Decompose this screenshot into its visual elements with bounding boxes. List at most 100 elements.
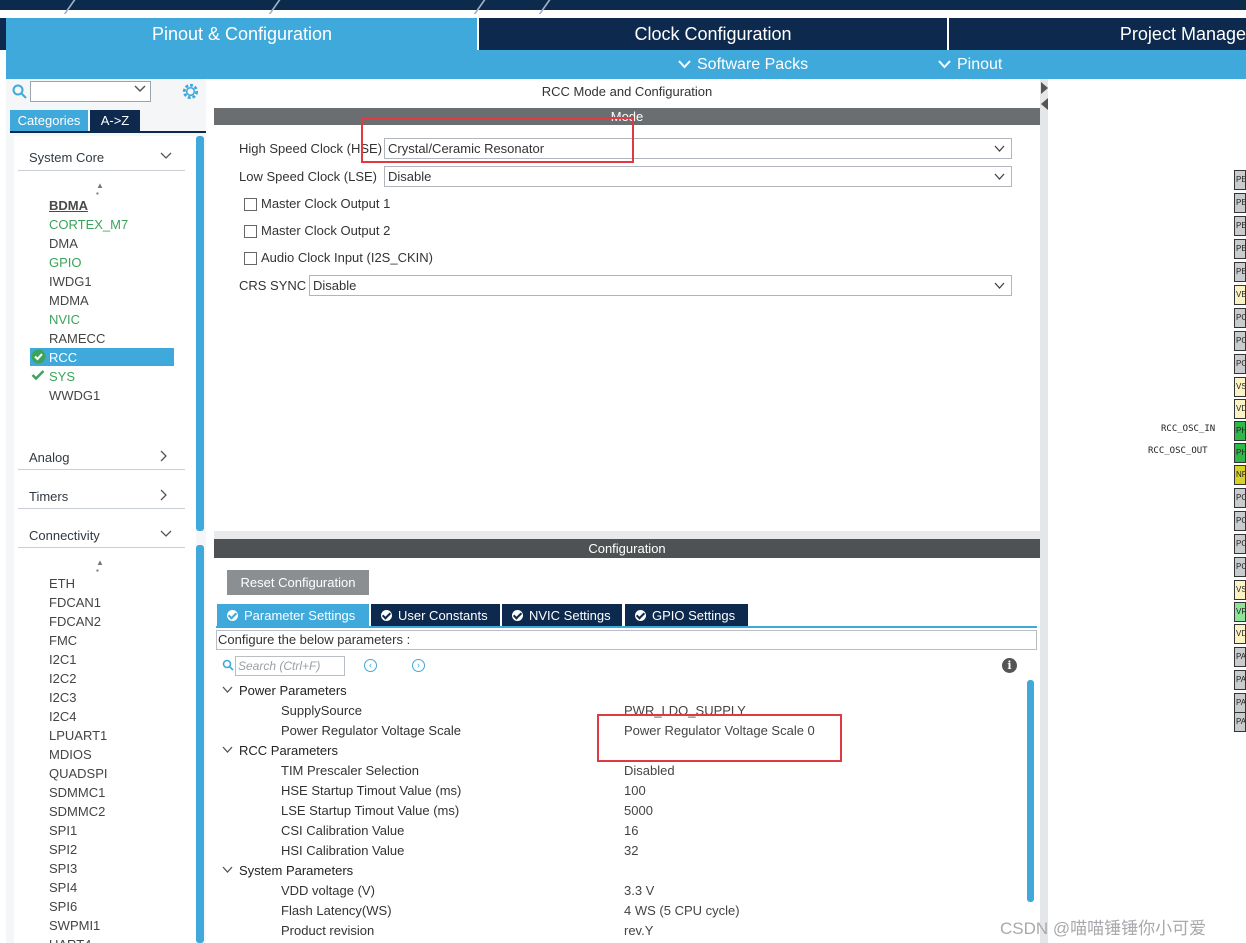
list-item-uart4[interactable]: UART4 xyxy=(49,937,91,943)
list-item-swpmi1[interactable]: SWPMI1 xyxy=(49,918,100,933)
chip-pin[interactable]: PA xyxy=(1234,647,1246,667)
chip-pin[interactable]: PE xyxy=(1234,262,1246,282)
list-item-spi2[interactable]: SPI2 xyxy=(49,842,77,857)
tab-gpio-settings[interactable]: GPIO Settings xyxy=(625,604,748,626)
crs-sync-select[interactable]: Disable xyxy=(309,275,1012,296)
chip-pin[interactable]: VS xyxy=(1234,377,1246,397)
list-item-wwdg1[interactable]: WWDG1 xyxy=(49,388,100,403)
collapse-arrow-icon[interactable] xyxy=(1041,82,1048,110)
chip-pin[interactable]: PC xyxy=(1234,557,1246,577)
reset-configuration-button[interactable]: Reset Configuration xyxy=(227,570,369,595)
chevron-down-icon[interactable] xyxy=(222,746,233,753)
scroll-up-icon[interactable]: ▲ ▪ xyxy=(96,182,104,198)
list-item-spi4[interactable]: SPI4 xyxy=(49,880,77,895)
group-connectivity[interactable]: Connectivity xyxy=(29,528,100,543)
lse-select[interactable]: Disable xyxy=(384,166,1012,187)
group-system-core[interactable]: System Core xyxy=(29,150,104,165)
list-item-sdmmc2[interactable]: SDMMC2 xyxy=(49,804,105,819)
chip-pin[interactable]: VD xyxy=(1234,624,1246,644)
chip-view-splitter[interactable] xyxy=(1040,79,1048,943)
chip-pin[interactable]: PA xyxy=(1234,670,1246,690)
chip-pin[interactable]: NR xyxy=(1234,465,1246,485)
chip-pin[interactable]: VR xyxy=(1234,602,1246,622)
group-rcc-parameters[interactable]: RCC Parameters xyxy=(239,743,338,758)
chip-pin[interactable]: PE xyxy=(1234,239,1246,259)
mco2-checkbox[interactable] xyxy=(244,225,257,238)
chip-pin[interactable]: PH xyxy=(1234,443,1246,463)
chevron-down-icon[interactable] xyxy=(222,686,233,693)
category-scrollbar[interactable] xyxy=(196,545,204,943)
category-scrollbar[interactable] xyxy=(196,136,204,531)
chip-pin[interactable]: PA xyxy=(1234,712,1246,732)
group-timers[interactable]: Timers xyxy=(29,489,68,504)
chip-pin[interactable]: PC xyxy=(1234,331,1246,351)
chevron-down-icon[interactable] xyxy=(222,866,233,873)
list-item-gpio[interactable]: GPIO xyxy=(49,255,82,270)
list-item-sys[interactable]: SYS xyxy=(49,369,75,384)
list-item-bdma[interactable]: BDMA xyxy=(49,198,88,213)
list-item-rcc[interactable]: RCC xyxy=(49,350,77,365)
param-value[interactable]: rev.Y xyxy=(624,923,653,938)
group-system-parameters[interactable]: System Parameters xyxy=(239,863,353,878)
list-item-dma[interactable]: DMA xyxy=(49,236,78,251)
chevron-right-icon[interactable] xyxy=(160,450,168,462)
chip-pin[interactable]: PC xyxy=(1234,308,1246,328)
chip-pin[interactable]: PC xyxy=(1234,488,1246,508)
previous-match-icon[interactable]: ‹ xyxy=(364,659,377,672)
list-item-spi6[interactable]: SPI6 xyxy=(49,899,77,914)
chevron-right-icon[interactable] xyxy=(160,489,168,501)
param-value[interactable]: 3.3 V xyxy=(624,883,654,898)
param-value[interactable]: 4 WS (5 CPU cycle) xyxy=(624,903,740,918)
tab-project-manager[interactable]: Project Manage xyxy=(950,18,1246,50)
list-item-i2c1[interactable]: I2C1 xyxy=(49,652,76,667)
gear-icon[interactable] xyxy=(181,82,200,101)
list-item-fdcan2[interactable]: FDCAN2 xyxy=(49,614,101,629)
chip-pin[interactable]: PA xyxy=(1234,693,1246,713)
list-item-spi3[interactable]: SPI3 xyxy=(49,861,77,876)
list-item-fmc[interactable]: FMC xyxy=(49,633,77,648)
list-item-i2c2[interactable]: I2C2 xyxy=(49,671,76,686)
list-item-nvic[interactable]: NVIC xyxy=(49,312,80,327)
chip-pin[interactable]: PE xyxy=(1234,193,1246,213)
tab-user-constants[interactable]: User Constants xyxy=(371,604,500,626)
param-value[interactable]: 32 xyxy=(624,843,638,858)
list-item-eth[interactable]: ETH xyxy=(49,576,75,591)
chip-pin[interactable]: PE xyxy=(1234,170,1246,190)
tab-clock-configuration[interactable]: Clock Configuration xyxy=(480,18,946,50)
list-item-lpuart1[interactable]: LPUART1 xyxy=(49,728,107,743)
panel-splitter[interactable] xyxy=(214,531,1040,539)
list-item-mdma[interactable]: MDMA xyxy=(49,293,89,308)
info-icon[interactable]: i xyxy=(1002,658,1017,673)
list-item-spi1[interactable]: SPI1 xyxy=(49,823,77,838)
list-item-ramecc[interactable]: RAMECC xyxy=(49,331,105,346)
list-item-i2c3[interactable]: I2C3 xyxy=(49,690,76,705)
chip-pin[interactable]: VD xyxy=(1234,399,1246,419)
chip-pin[interactable]: PH xyxy=(1234,421,1246,441)
chip-pin[interactable]: PC xyxy=(1234,354,1246,374)
param-value[interactable]: 5000 xyxy=(624,803,653,818)
param-value[interactable]: Disabled xyxy=(624,763,675,778)
tab-pinout-configuration[interactable]: Pinout & Configuration xyxy=(6,18,478,50)
parameter-scrollbar[interactable] xyxy=(1027,680,1034,902)
list-item-iwdg1[interactable]: IWDG1 xyxy=(49,274,92,289)
chip-pin[interactable]: VB xyxy=(1234,285,1246,305)
software-packs-menu[interactable]: Software Packs xyxy=(678,50,808,79)
list-item-sdmmc1[interactable]: SDMMC1 xyxy=(49,785,105,800)
param-value[interactable]: 16 xyxy=(624,823,638,838)
search-icon[interactable] xyxy=(222,659,234,671)
chip-pin[interactable]: PC xyxy=(1234,511,1246,531)
list-item-cortex-m7[interactable]: CORTEX_M7 xyxy=(49,217,128,232)
list-item-mdios[interactable]: MDIOS xyxy=(49,747,92,762)
list-item-quadspi[interactable]: QUADSPI xyxy=(49,766,108,781)
categories-button[interactable]: Categories xyxy=(10,110,88,131)
pinout-menu[interactable]: Pinout xyxy=(938,50,1002,79)
tab-parameter-settings[interactable]: Parameter Settings xyxy=(217,604,369,626)
chevron-down-icon[interactable] xyxy=(160,152,172,160)
chip-pin[interactable]: VS xyxy=(1234,580,1246,600)
a-z-button[interactable]: A->Z xyxy=(90,110,140,131)
scroll-up-icon[interactable]: ▲ ▪ xyxy=(96,559,104,575)
next-match-icon[interactable]: › xyxy=(412,659,425,672)
list-item-i2c4[interactable]: I2C4 xyxy=(49,709,76,724)
audio-clock-checkbox[interactable] xyxy=(244,252,257,265)
chevron-down-icon[interactable] xyxy=(160,530,172,538)
